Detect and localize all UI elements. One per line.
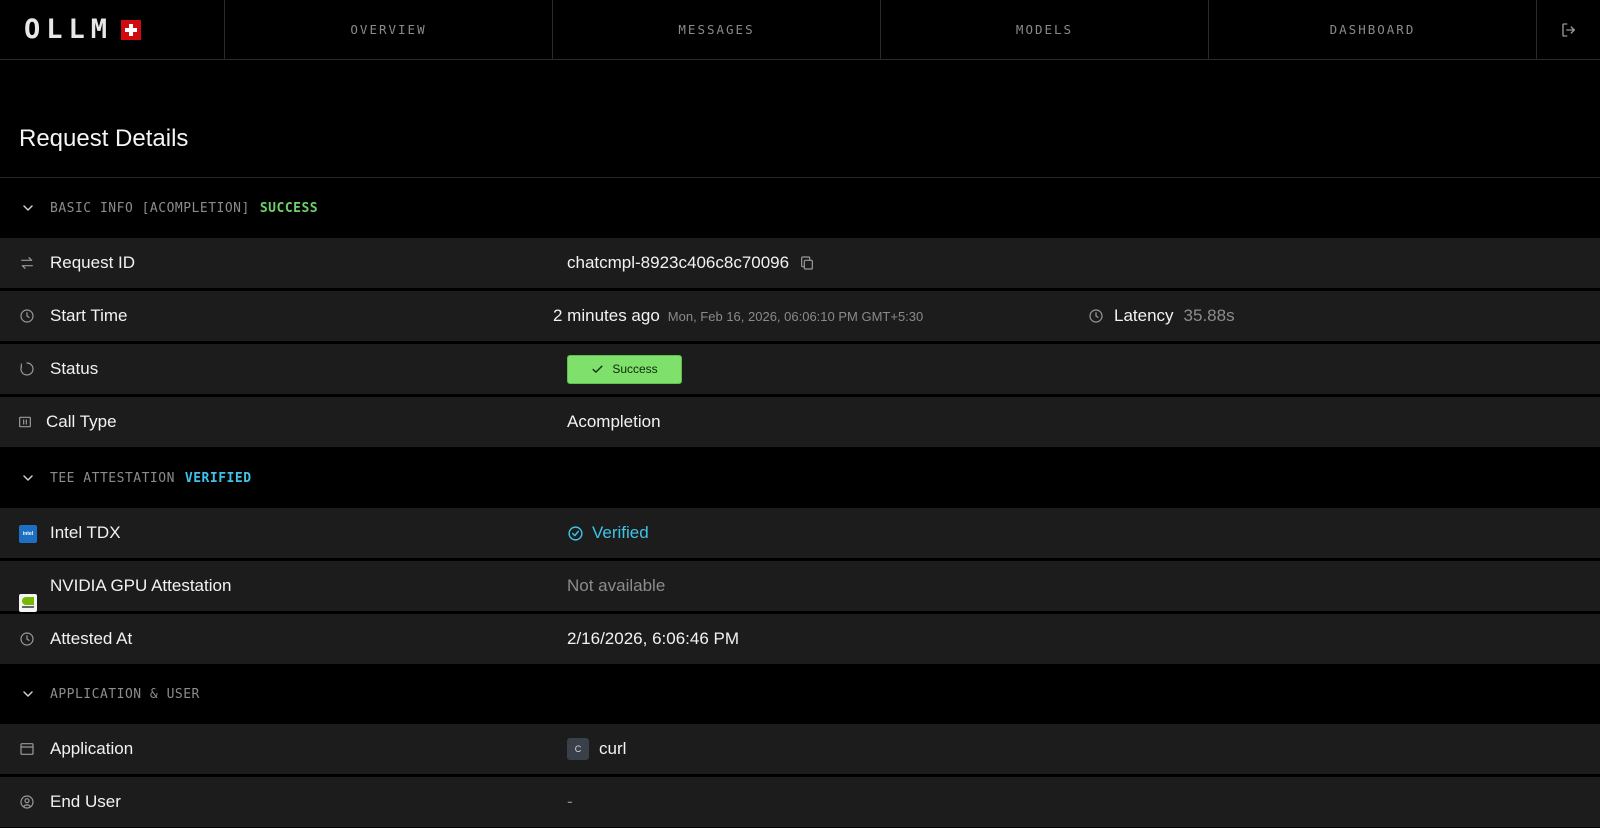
section-application-user[interactable]: APPLICATION & USER (0, 664, 1600, 724)
row-request-id: Request ID chatcmpl-8923c406c8c70096 (0, 238, 1600, 288)
row-status: Status Success (0, 344, 1600, 394)
row-label: End User (50, 792, 121, 811)
section-label: BASIC INFO [ACOMPLETION] (50, 200, 250, 216)
row-label: Call Type (46, 412, 117, 431)
attested-at-value: 2/16/2026, 6:06:46 PM (567, 629, 740, 648)
section-basic-info[interactable]: BASIC INFO [ACOMPLETION] SUCCESS (0, 178, 1600, 238)
avatar: C (567, 738, 589, 760)
row-application: Application C curl (0, 724, 1600, 774)
start-time-relative: 2 minutes ago (553, 306, 660, 325)
row-nvidia-attestation: NVIDIA GPU Attestation Not available (0, 561, 1600, 612)
arrows-exchange-icon (21, 257, 33, 269)
section-status: VERIFIED (184, 470, 252, 486)
logout-button[interactable] (1537, 0, 1600, 59)
loader-circle-icon (20, 362, 34, 376)
clock-icon (20, 632, 34, 646)
status-badge-label: Success (612, 362, 658, 376)
chevron-down-icon (23, 475, 33, 481)
user-circle-icon (20, 795, 34, 809)
row-end-user: End User - (0, 777, 1600, 827)
copy-icon[interactable] (799, 255, 815, 271)
latency-value: 35.88s (1183, 306, 1235, 325)
swiss-flag-icon (121, 19, 142, 40)
tab-dashboard[interactable]: DASHBOARD (1209, 0, 1537, 59)
tab-models[interactable]: MODELS (881, 0, 1209, 59)
row-label: Start Time (50, 306, 128, 325)
intel-verified-value: Verified (592, 523, 649, 542)
tab-overview[interactable]: OVERVIEW (225, 0, 553, 59)
end-user-value: - (567, 792, 573, 811)
logo-text: OLLM (24, 14, 114, 45)
section-label: APPLICATION & USER (50, 686, 200, 702)
row-attested-at: Attested At 2/16/2026, 6:06:46 PM (0, 614, 1600, 664)
check-icon (592, 365, 603, 373)
row-label: Application (50, 739, 134, 758)
status-badge: Success (567, 354, 682, 384)
start-time-absolute: Mon, Feb 16, 2026, 06:06:10 PM GMT+5:30 (667, 308, 924, 324)
row-call-type: Call Type Acompletion (0, 397, 1600, 447)
chevron-down-icon (23, 691, 33, 697)
latency-label: Latency (1114, 306, 1174, 325)
row-intel-tdx: intel Intel TDX Verified (0, 508, 1600, 558)
nvidia-logo-icon (19, 594, 37, 612)
chevron-down-icon (23, 205, 33, 211)
section-label: TEE ATTESTATION (50, 470, 175, 486)
row-label: Request ID (50, 253, 136, 272)
check-circle-icon (568, 525, 583, 541)
row-start-time: Start Time 2 minutes ago Mon, Feb 16, 20… (0, 291, 1600, 341)
row-label: Intel TDX (50, 523, 121, 542)
application-value: curl (599, 739, 627, 758)
window-icon (20, 743, 34, 755)
section-status: SUCCESS (259, 200, 319, 216)
row-label: Attested At (50, 629, 133, 648)
latency: Latency 35.88s (1088, 306, 1235, 326)
section-tee-attestation[interactable]: TEE ATTESTATION VERIFIED (0, 448, 1600, 508)
logout-icon (1561, 22, 1575, 37)
request-id-value: chatcmpl-8923c406c8c70096 (567, 253, 790, 272)
nvidia-value: Not available (567, 576, 666, 595)
row-label: Status (50, 359, 99, 378)
page-title: Request Details (19, 125, 189, 152)
intel-logo-icon: intel (19, 525, 37, 543)
row-label: NVIDIA GPU Attestation (50, 576, 232, 595)
top-nav: OLLM OVERVIEW MESSAGES MODELS DASHBOARD (0, 0, 1600, 60)
tab-messages[interactable]: MESSAGES (553, 0, 881, 59)
brackets-icon (19, 416, 31, 428)
call-type-value: Acompletion (567, 412, 661, 431)
logo[interactable]: OLLM (0, 0, 225, 59)
clock-icon (20, 309, 34, 323)
clock-icon (1089, 309, 1103, 323)
